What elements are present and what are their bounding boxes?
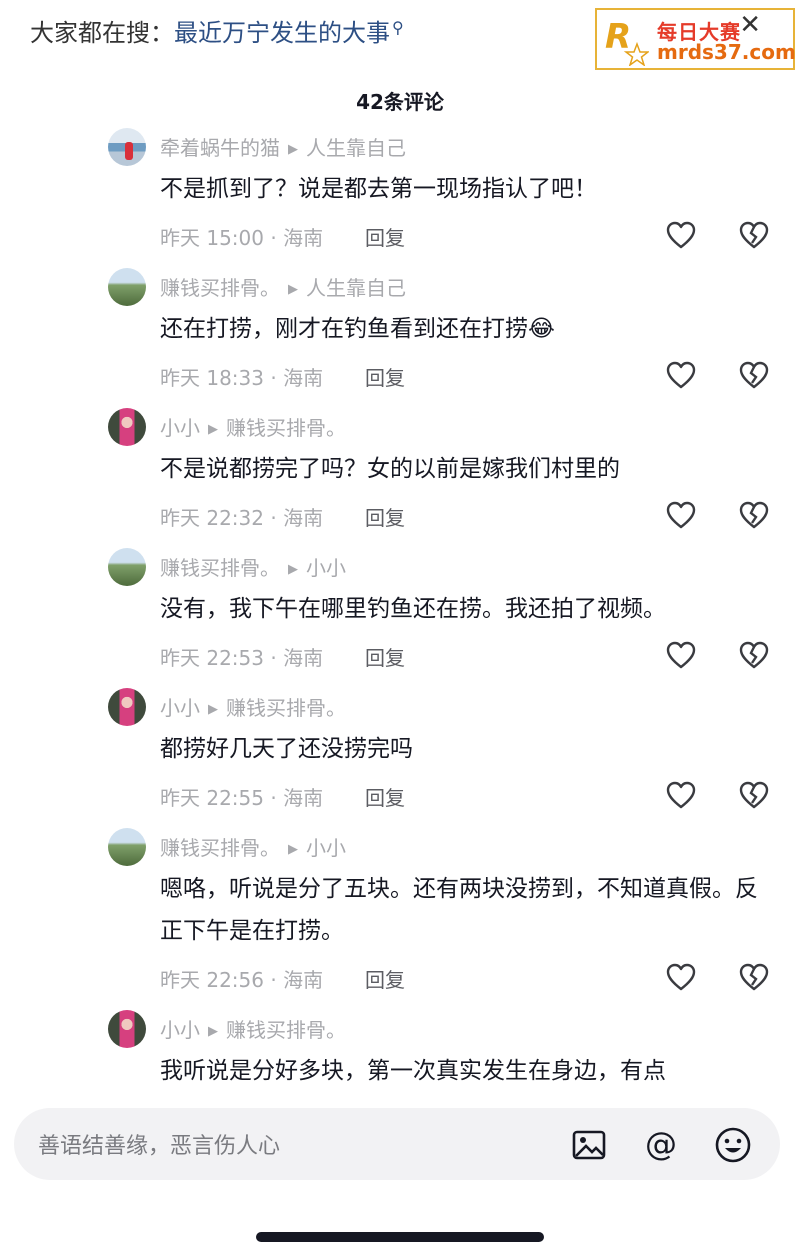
- svg-text:@: @: [645, 1126, 677, 1163]
- reply-arrow-icon: ▶: [208, 702, 218, 717]
- broken-heart-icon[interactable]: [739, 221, 769, 249]
- comment-meta: 赚钱买排骨。 ▶ 小小: [160, 832, 346, 861]
- broken-heart-icon[interactable]: [739, 963, 769, 991]
- broken-heart-icon[interactable]: [739, 641, 769, 669]
- reply-arrow-icon: ▶: [288, 842, 298, 857]
- image-icon[interactable]: [570, 1126, 608, 1164]
- comment-text: 不是抓到了？说是都去第一现场指认了吧！: [160, 176, 597, 202]
- reply-arrow-icon: ▶: [288, 562, 298, 577]
- search-suggestion-bar[interactable]: 大家都在搜：最近万宁发生的大事 ⚲: [30, 18, 404, 51]
- comment-meta: 小小 ▶ 赚钱买排骨。: [160, 1014, 346, 1043]
- reply-button[interactable]: 回复: [365, 964, 405, 993]
- reply-target-username[interactable]: 人生靠自己: [306, 276, 406, 300]
- emoji-icon[interactable]: [714, 1126, 752, 1164]
- comment-username[interactable]: 牵着蜗牛的猫: [160, 136, 280, 160]
- avatar[interactable]: [108, 688, 146, 726]
- comment-time-location: 昨天 15:00 · 海南: [160, 226, 324, 250]
- comment-text: 我听说是分好多块，第一次真实发生在身边，有点: [160, 1058, 666, 1084]
- search-query-link[interactable]: 最近万宁发生的大事: [174, 19, 390, 47]
- comment-meta: 小小 ▶ 赚钱买排骨。: [160, 692, 346, 721]
- reply-arrow-icon: ▶: [288, 282, 298, 297]
- reply-target-username[interactable]: 小小: [306, 836, 346, 860]
- search-icon: ⚲: [392, 18, 404, 37]
- heart-icon[interactable]: [666, 963, 696, 991]
- comment-text: 不是说都捞完了吗？女的以前是嫁我们村里的: [160, 456, 620, 482]
- reply-target-username[interactable]: 赚钱买排骨。: [226, 1018, 346, 1042]
- heart-icon[interactable]: [666, 361, 696, 389]
- comment-meta: 赚钱买排骨。 ▶ 人生靠自己: [160, 272, 406, 301]
- comment-time-location: 昨天 22:55 · 海南: [160, 786, 324, 810]
- heart-icon[interactable]: [666, 501, 696, 529]
- svg-text:R: R: [605, 17, 631, 57]
- reply-arrow-icon: ▶: [208, 1024, 218, 1039]
- comment-username[interactable]: 赚钱买排骨。: [160, 556, 280, 580]
- avatar[interactable]: [108, 128, 146, 166]
- reply-button[interactable]: 回复: [365, 642, 405, 671]
- comment-input-bar[interactable]: 善语结善缘，恶言伤人心 @: [14, 1108, 780, 1180]
- avatar[interactable]: [108, 408, 146, 446]
- ad-site: mrds37.com: [657, 40, 796, 64]
- comment-username[interactable]: 小小: [160, 696, 200, 720]
- comment-count: 42条评论: [356, 90, 444, 114]
- home-indicator: [256, 1232, 544, 1242]
- comment-text: 都捞好几天了还没捞完吗: [160, 736, 413, 762]
- comment-time-location: 昨天 22:56 · 海南: [160, 968, 324, 992]
- comment-text: 嗯咯，听说是分了五块。还有两块没捞到，不知道真假。反正下午是在打捞。: [160, 876, 758, 944]
- reply-button[interactable]: 回复: [365, 222, 405, 251]
- reply-target-username[interactable]: 赚钱买排骨。: [226, 696, 346, 720]
- heart-icon[interactable]: [666, 221, 696, 249]
- reply-button[interactable]: 回复: [365, 782, 405, 811]
- reply-button[interactable]: 回复: [365, 362, 405, 391]
- broken-heart-icon[interactable]: [739, 361, 769, 389]
- comment-input-placeholder[interactable]: 善语结善缘，恶言伤人心: [38, 1128, 280, 1160]
- reply-button[interactable]: 回复: [365, 502, 405, 531]
- avatar[interactable]: [108, 548, 146, 586]
- comment-username[interactable]: 小小: [160, 416, 200, 440]
- reply-target-username[interactable]: 小小: [306, 556, 346, 580]
- comment-meta: 牵着蜗牛的猫 ▶ 人生靠自己: [160, 132, 406, 161]
- broken-heart-icon[interactable]: [739, 501, 769, 529]
- heart-icon[interactable]: [666, 781, 696, 809]
- heart-icon[interactable]: [666, 641, 696, 669]
- comment-text: 还在打捞，刚才在钓鱼看到还在打捞😂: [160, 316, 555, 342]
- comment-username[interactable]: 小小: [160, 1018, 200, 1042]
- broken-heart-icon[interactable]: [739, 781, 769, 809]
- comment-text: 没有，我下午在哪里钓鱼还在捞。我还拍了视频。: [160, 596, 666, 622]
- reply-target-username[interactable]: 人生靠自己: [306, 136, 406, 160]
- avatar[interactable]: [108, 268, 146, 306]
- search-prefix: 大家都在搜：: [30, 19, 174, 47]
- comment-meta: 小小 ▶ 赚钱买排骨。: [160, 412, 346, 441]
- reply-target-username[interactable]: 赚钱买排骨。: [226, 416, 346, 440]
- at-icon[interactable]: @: [642, 1126, 680, 1164]
- comment-username[interactable]: 赚钱买排骨。: [160, 836, 280, 860]
- avatar[interactable]: [108, 1010, 146, 1048]
- reply-arrow-icon: ▶: [288, 142, 298, 157]
- comment-username[interactable]: 赚钱买排骨。: [160, 276, 280, 300]
- ad-logo-icon: R: [605, 17, 649, 66]
- comment-time-location: 昨天 18:33 · 海南: [160, 366, 324, 390]
- ad-banner[interactable]: R 每日大赛 mrds37.com ✕: [595, 8, 796, 70]
- reply-arrow-icon: ▶: [208, 422, 218, 437]
- comment-time-location: 昨天 22:32 · 海南: [160, 506, 324, 530]
- close-icon[interactable]: ✕: [739, 10, 761, 40]
- comment-meta: 赚钱买排骨。 ▶ 小小: [160, 552, 346, 581]
- comment-time-location: 昨天 22:53 · 海南: [160, 646, 324, 670]
- avatar[interactable]: [108, 828, 146, 866]
